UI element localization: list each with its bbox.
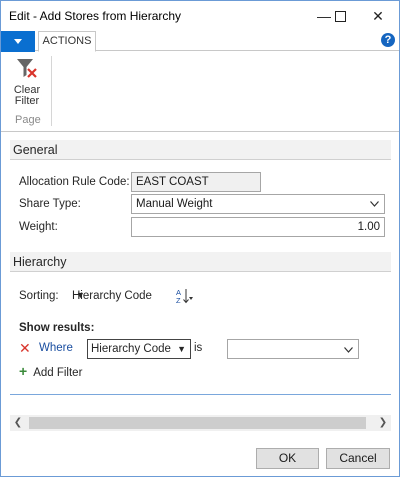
filter-value-combo[interactable] (227, 339, 359, 359)
ok-button[interactable]: OK (256, 448, 319, 469)
remove-filter-icon[interactable]: ✕ (19, 341, 31, 355)
sort-order-button[interactable]: A Z (175, 287, 193, 308)
plus-icon: + (19, 363, 28, 379)
scrollbar-thumb[interactable] (29, 417, 366, 429)
ribbon-panel: Clear Filter Page (1, 52, 399, 132)
cancel-button[interactable]: Cancel (326, 448, 390, 469)
show-results-label: Show results: (19, 322, 95, 334)
ribbon-separator (51, 56, 52, 126)
general-section-header[interactable]: General (10, 140, 391, 160)
allocation-rule-code-label: Allocation Rule Code: (19, 176, 130, 188)
chevron-down-icon (370, 195, 379, 213)
app-menu-button[interactable] (1, 31, 35, 52)
share-type-select[interactable]: Manual Weight (131, 194, 385, 214)
share-type-value: Manual Weight (136, 198, 213, 210)
scroll-right-icon[interactable]: ❯ (375, 415, 391, 431)
caret-down-icon: ▼ (76, 290, 85, 300)
caret-down-icon: ▼ (177, 344, 186, 354)
share-type-label: Share Type: (19, 198, 81, 210)
ribbon-tabstrip: ACTIONS ? (1, 31, 399, 52)
filter-field-value: Hierarchy Code (91, 343, 171, 355)
weight-label: Weight: (19, 221, 58, 233)
clear-filter-label: Clear Filter (13, 84, 41, 107)
sort-az-icon: A Z (176, 288, 193, 305)
scroll-left-icon[interactable]: ❮ (10, 415, 26, 431)
maximize-icon (334, 11, 346, 22)
where-label: Where (39, 342, 73, 354)
add-filter-label: Add Filter (33, 367, 83, 379)
chevron-down-icon (14, 39, 22, 44)
sorting-label: Sorting: (19, 290, 59, 302)
window-title: Edit - Add Stores from Hierarchy (9, 9, 182, 23)
allocation-rule-code-field: EAST COAST (131, 172, 261, 192)
ribbon-group-label: Page (15, 114, 41, 126)
svg-text:Z: Z (176, 296, 181, 305)
filter-operator-label: is (194, 342, 203, 354)
funnel-x-icon (17, 59, 37, 78)
title-bar: Edit - Add Stores from Hierarchy — ✕ (1, 1, 399, 31)
filter-field-select[interactable]: Hierarchy Code ▼ (87, 339, 191, 359)
dialog-window: Edit - Add Stores from Hierarchy — ✕ ACT… (0, 0, 400, 477)
section-divider (10, 394, 391, 395)
tab-actions[interactable]: ACTIONS (38, 31, 96, 52)
add-filter-button[interactable]: + Add Filter (19, 363, 82, 379)
horizontal-scrollbar[interactable]: ❮ ❯ (10, 415, 391, 431)
chevron-down-icon (344, 341, 353, 356)
maximize-button[interactable] (325, 5, 355, 27)
weight-field[interactable]: 1.00 (131, 217, 385, 237)
help-icon[interactable]: ? (381, 33, 395, 47)
close-button[interactable]: ✕ (363, 5, 393, 27)
clear-filter-button[interactable]: Clear Filter (7, 56, 47, 114)
hierarchy-section-header[interactable]: Hierarchy (10, 252, 391, 272)
